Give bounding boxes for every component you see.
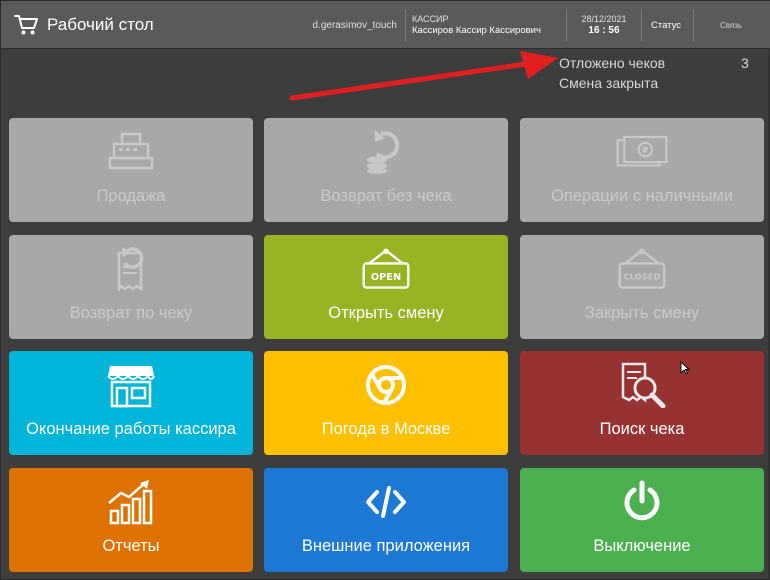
header-divider (693, 9, 694, 41)
tile-label: Выключение (593, 537, 691, 555)
app-window: Рабочий стол d.gerasimov_touch КАССИР Ка… (0, 0, 770, 580)
tile-cash-operations[interactable]: ₽ Операции с наличными (520, 118, 764, 222)
tile-shutdown[interactable]: Выключение (520, 468, 764, 572)
closed-sign-icon: CLOSED (616, 247, 668, 291)
tile-reports[interactable]: Отчеты (9, 468, 253, 572)
chrome-icon (360, 363, 412, 407)
user-login-text: d.gerasimov_touch (312, 19, 398, 31)
tile-label: Продажа (96, 187, 166, 205)
receipt-return-icon (105, 247, 157, 291)
chart-growth-icon (105, 480, 157, 525)
link-button[interactable]: Связь (701, 1, 761, 49)
tile-return-by-receipt[interactable]: Возврат по чеку (9, 235, 253, 339)
tile-label: Погода в Москве (321, 420, 451, 438)
page-title: Рабочий стол (47, 15, 154, 34)
closed-sign-text: CLOSED (624, 272, 661, 282)
tile-end-cashier-work[interactable]: Окончание работы кассира (9, 351, 253, 455)
role-person: Кассиров Кассир Кассирович (412, 25, 541, 36)
deferred-checks-count: 3 (741, 55, 749, 71)
cash-register-icon (105, 130, 157, 174)
tile-close-shift[interactable]: CLOSED Закрыть смену (520, 235, 764, 339)
tile-weather-moscow[interactable]: Погода в Москве (264, 351, 508, 455)
status-button[interactable]: Статус (643, 1, 689, 49)
tile-label: Возврат без чека (320, 187, 452, 205)
tile-sale[interactable]: Продажа (9, 118, 253, 222)
role-block: КАССИР Кассиров Кассир Кассирович (412, 1, 564, 49)
deferred-checks-label: Отложено чеков (559, 55, 666, 71)
code-icon (360, 480, 412, 524)
svg-text:₽: ₽ (642, 145, 649, 156)
date-text: 28/12/2021 (581, 14, 627, 24)
banknotes-icon: ₽ (616, 130, 668, 174)
tile-external-apps[interactable]: Внешние приложения (264, 468, 508, 572)
role-label: КАССИР (412, 14, 449, 24)
coin-return-icon (360, 130, 412, 174)
cart-icon[interactable] (13, 13, 39, 37)
open-sign-icon: OPEN (360, 247, 412, 291)
mouse-cursor-icon (680, 361, 690, 375)
tile-label: Возврат по чеку (69, 304, 193, 322)
tile-label: Отчеты (102, 537, 160, 555)
power-icon (616, 480, 668, 524)
tile-label: Поиск чека (599, 420, 685, 438)
tile-label: Операции с наличными (551, 187, 733, 205)
tile-label: Окончание работы кассира (26, 420, 236, 438)
status-label: Статус (650, 19, 682, 31)
datetime-block: 28/12/2021 16 : 56 (569, 1, 639, 49)
storefront-icon (105, 363, 157, 408)
link-label: Связь (719, 20, 743, 30)
shift-status: Смена закрыта (559, 75, 659, 91)
header-bar: Рабочий стол d.gerasimov_touch КАССИР Ка… (1, 1, 770, 49)
time-text: 16 : 56 (588, 25, 620, 36)
tile-label: Закрыть смену (584, 304, 700, 322)
tile-open-shift[interactable]: OPEN Открыть смену (264, 235, 508, 339)
tile-label: Открыть смену (328, 304, 444, 322)
annotation-arrow-icon (289, 51, 558, 101)
open-sign-text: OPEN (371, 272, 401, 283)
header-divider (641, 9, 642, 41)
tile-label: Внешние приложения (301, 537, 471, 555)
header-divider (566, 9, 567, 41)
receipt-search-icon (616, 362, 668, 408)
tile-return-no-receipt[interactable]: Возврат без чека (264, 118, 508, 222)
header-divider (405, 9, 406, 41)
tile-search-receipt[interactable]: Поиск чека (520, 351, 764, 455)
user-login: d.gerasimov_touch (291, 1, 403, 49)
